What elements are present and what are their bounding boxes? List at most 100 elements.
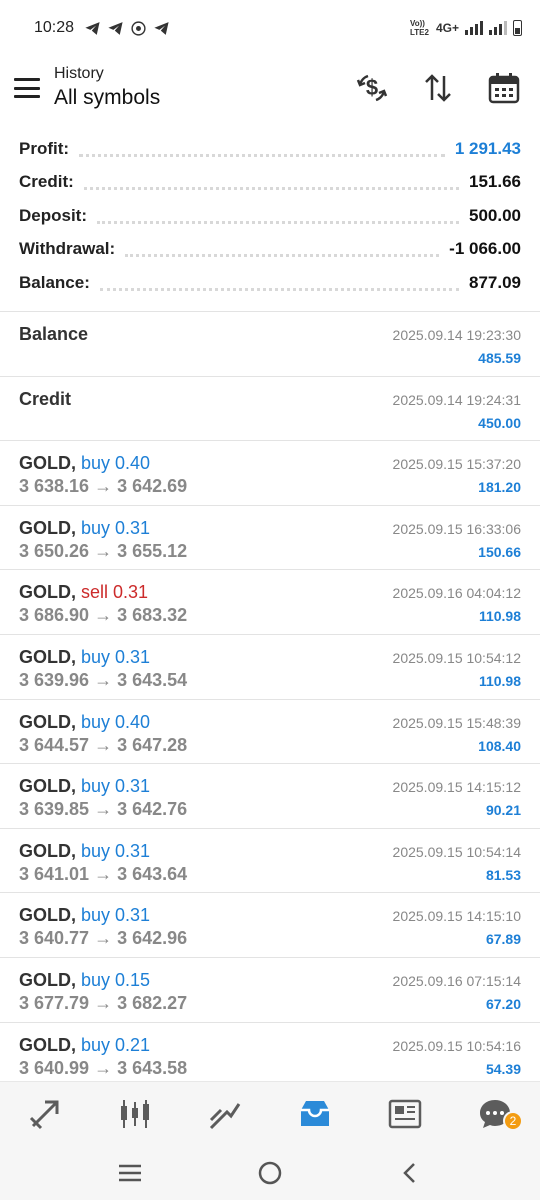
deal-close-price: 3 642.76 [117,799,188,820]
deal-symbol: GOLD, [19,582,76,603]
deal-row[interactable]: GOLD, buy 0.31 3 639.96 → 3 643.54 2025.09… [0,633,540,699]
system-status: Vo)) LTE2 4G+ [410,19,522,37]
recents-icon[interactable] [110,1153,150,1193]
telegram-icon [108,21,123,35]
chat-badge: 2 [503,1110,523,1131]
summary-value: 151.66 [469,172,521,192]
deal-prices: 3 639.85 → 3 642.76 [19,799,187,820]
deal-prices: 3 640.99 → 3 643.58 [19,1058,187,1079]
deal-row[interactable]: GOLD, buy 0.31 3 641.01 → 3 643.64 2025.09… [0,827,540,893]
menu-icon[interactable] [14,78,40,98]
deal-symbol: GOLD, [19,711,76,732]
history-summary: Profit: 1 291.43 Credit: 151.66 Deposit:… [0,132,540,300]
deal-date: 2025.09.15 10:54:12 [392,649,521,666]
deal-row[interactable]: GOLD, sell 0.31 3 686.90 → 3 683.32 2025.0… [0,569,540,634]
deal-row[interactable]: GOLD, buy 0.40 3 638.16 → 3 642.69 2025.09… [0,440,540,505]
summary-label: Balance: [19,272,90,292]
deal-arrow: → [94,605,113,626]
operation-amount: 485.59 [478,350,521,366]
operation-row[interactable]: Credit 2025.09.14 19:24:31 450.00 [0,375,540,441]
deal-profit: 67.20 [485,995,521,1012]
deal-close-price: 3 682.27 [117,992,188,1013]
history-icon[interactable] [293,1092,337,1136]
operation-row[interactable]: Balance 2025.09.14 19:23:30 485.59 [0,311,540,376]
news-icon[interactable] [383,1092,427,1136]
deal-prices: 3 644.57 → 3 647.28 [19,735,187,756]
dotted-leader [97,214,459,224]
deal-profit: 81.53 [485,866,521,883]
status-time: 10:28 [34,19,75,36]
header-titles[interactable]: History All symbols [54,64,160,112]
deal-close-price: 3 643.54 [117,669,188,690]
deal-row[interactable]: GOLD, buy 0.21 3 640.99 → 3 643.58 2025.09… [0,1021,540,1087]
deal-arrow: → [94,928,113,949]
deal-prices: 3 639.96 → 3 643.54 [19,670,187,691]
deal-row[interactable]: GOLD, buy 0.40 3 644.57 → 3 647.28 2025.09… [0,698,540,764]
header-actions: $ [354,70,522,106]
deal-direction: buy 0.15 [81,969,151,990]
notification-icons [84,20,170,37]
deposit-icon[interactable]: $ [354,70,390,106]
deal-close-price: 3 643.58 [117,1057,188,1078]
deal-title: GOLD, buy 0.21 [19,1035,150,1056]
dotted-leader [79,147,445,157]
deal-arrow: → [94,992,113,1013]
deal-open-price: 3 639.96 [19,669,90,690]
deal-row[interactable]: GOLD, buy 0.31 3 650.26 → 3 655.12 2025.09… [0,504,540,570]
chrome-icon [131,20,146,36]
dotted-leader [125,247,440,258]
home-icon[interactable] [250,1153,290,1193]
deal-open-price: 3 677.79 [19,992,90,1013]
deal-title: GOLD, buy 0.31 [19,518,150,539]
deal-date: 2025.09.15 14:15:12 [392,779,521,796]
deal-direction: buy 0.31 [81,646,151,667]
summary-value: 877.09 [469,272,521,292]
deal-profit: 181.20 [478,479,521,496]
deal-date: 2025.09.16 04:04:12 [392,585,521,602]
signal-icon [465,21,483,35]
calendar-icon[interactable] [486,70,522,106]
deal-row[interactable]: GOLD, buy 0.31 3 639.85 → 3 642.76 2025.09… [0,763,540,828]
deal-close-price: 3 655.12 [117,540,188,561]
deal-open-price: 3 686.90 [19,605,90,626]
bottom-navigation: 2 [0,1081,540,1145]
deal-direction: sell 0.31 [81,582,149,603]
deal-prices: 3 650.26 → 3 655.12 [19,541,187,562]
deal-symbol: GOLD, [19,776,76,797]
deal-close-price: 3 642.69 [117,476,188,497]
summary-label: Withdrawal: [19,239,116,259]
deal-arrow: → [94,734,113,755]
dotted-leader [99,281,459,291]
sort-icon[interactable] [420,70,456,106]
operation-title: Balance [19,324,89,344]
dotted-leader [83,180,459,191]
chat-icon[interactable]: 2 [473,1092,523,1136]
deal-date: 2025.09.15 10:54:14 [392,843,521,860]
summary-label: Deposit: [19,205,87,225]
deal-direction: buy 0.31 [81,905,151,926]
deal-prices: 3 677.79 → 3 682.27 [19,993,187,1014]
operation-date: 2025.09.14 19:23:30 [392,327,521,343]
deal-symbol: GOLD, [19,969,76,990]
quotes-icon[interactable] [23,1092,67,1136]
deal-profit: 67.89 [485,931,521,948]
deal-open-price: 3 641.01 [19,863,90,884]
summary-value: 1 291.43 [454,138,521,158]
summary-label: Credit: [19,172,74,192]
system-navigation [0,1145,540,1200]
trade-icon[interactable] [203,1092,247,1136]
volte-indicator: Vo)) LTE2 [409,19,429,37]
chart-icon[interactable] [113,1092,157,1136]
page-title: All symbols [54,86,161,109]
battery-icon [513,20,522,36]
deal-symbol: GOLD, [19,905,76,926]
deal-close-price: 3 647.28 [117,734,188,755]
back-icon[interactable] [390,1153,430,1193]
deal-direction: buy 0.40 [81,711,151,732]
deal-row[interactable]: GOLD, buy 0.31 3 640.77 → 3 642.96 2025.09… [0,892,540,957]
operation-amount: 450.00 [478,414,521,431]
deal-row[interactable]: GOLD, buy 0.15 3 677.79 → 3 682.27 2025.09… [0,956,540,1022]
summary-row-withdrawal: Withdrawal: -1 066.00 [0,233,540,267]
deal-symbol: GOLD, [19,453,76,474]
deal-profit: 54.39 [485,1060,521,1077]
